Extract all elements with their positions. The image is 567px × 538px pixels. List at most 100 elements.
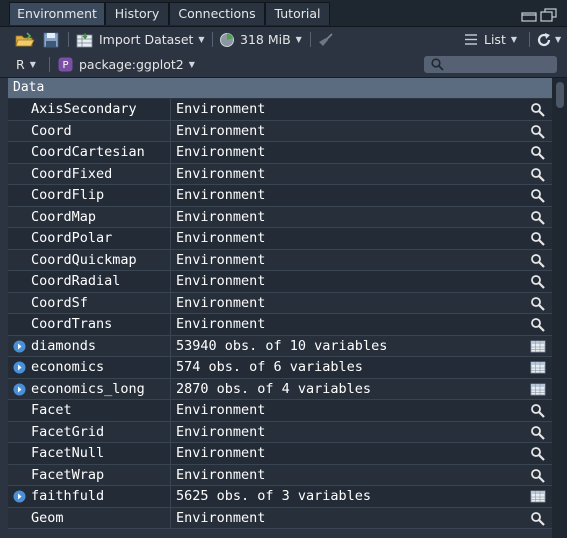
memory-usage-button[interactable]: 318 MiB ▼ (219, 27, 302, 52)
object-value: Environment (176, 208, 266, 225)
vertical-scrollbar[interactable] (552, 78, 567, 538)
column-divider (170, 206, 171, 227)
table-row[interactable]: economics 574 obs. of 6 variables (8, 357, 552, 379)
environment-scope-dropdown[interactable]: P package:ggplot2 ▼ (58, 52, 195, 77)
search-icon (431, 58, 444, 71)
magnifier-icon[interactable] (530, 425, 546, 440)
column-divider (170, 314, 171, 335)
object-value: 2870 obs. of 4 variables (176, 380, 372, 397)
table-row[interactable]: Facet Environment (8, 400, 552, 422)
column-divider (170, 486, 171, 507)
scrollbar-thumb[interactable] (556, 82, 564, 108)
toolbar-divider (49, 57, 50, 72)
chevron-down-icon: ▼ (555, 35, 562, 44)
memory-pie-icon (220, 32, 234, 47)
open-workspace-button[interactable] (15, 27, 35, 52)
list-icon (465, 34, 477, 45)
object-name: AxisSecondary (31, 101, 137, 117)
expand-arrow-icon[interactable] (13, 490, 26, 503)
refresh-icon (537, 32, 551, 46)
magnifier-icon[interactable] (530, 446, 546, 461)
table-icon[interactable] (530, 489, 546, 504)
object-name: CoordTrans (31, 316, 113, 332)
chevron-down-icon: ▼ (198, 35, 205, 44)
table-row[interactable]: CoordPolar Environment (8, 228, 552, 250)
table-row[interactable]: CoordCartesian Environment (8, 142, 552, 164)
column-divider (170, 99, 171, 120)
table-row[interactable]: CoordSf Environment (8, 292, 552, 314)
tab-connections[interactable]: Connections (169, 2, 265, 25)
object-value: Environment (176, 466, 266, 483)
object-value: Environment (176, 273, 266, 289)
folder-open-icon (15, 31, 35, 46)
magnifier-icon[interactable] (530, 210, 546, 225)
object-value: Environment (176, 251, 266, 268)
tab-environment[interactable]: Environment (9, 2, 105, 25)
table-row[interactable]: CoordMap Environment (8, 206, 552, 228)
table-icon[interactable] (530, 339, 546, 354)
table-row[interactable]: CoordFixed Environment (8, 163, 552, 185)
magnifier-icon[interactable] (530, 231, 546, 246)
toolbar-divider (529, 32, 530, 47)
table-row[interactable]: FacetWrap Environment (8, 464, 552, 486)
object-name: FacetGrid (31, 423, 105, 440)
table-icon[interactable] (530, 382, 546, 397)
magnifier-icon[interactable] (530, 296, 546, 311)
object-name: FacetWrap (31, 466, 105, 483)
magnifier-icon[interactable] (530, 511, 546, 526)
expand-arrow-icon[interactable] (13, 361, 26, 374)
object-value: 53940 obs. of 10 variables (176, 337, 388, 354)
magnifier-icon[interactable] (530, 468, 546, 483)
column-divider (170, 443, 171, 464)
package-icon: P (58, 57, 73, 72)
column-divider (170, 249, 171, 270)
tab-history[interactable]: History (105, 2, 169, 25)
table-row[interactable]: FacetNull Environment (8, 443, 552, 465)
magnifier-icon[interactable] (530, 253, 546, 268)
tab-tutorial[interactable]: Tutorial (265, 2, 330, 25)
search-input[interactable] (424, 56, 557, 73)
table-row[interactable]: faithfuld 5625 obs. of 3 variables (8, 486, 552, 508)
table-row[interactable]: CoordTrans Environment (8, 314, 552, 336)
expand-arrow-icon[interactable] (13, 383, 26, 396)
magnifier-icon[interactable] (530, 317, 546, 332)
table-row[interactable]: Coord Environment (8, 120, 552, 142)
table-row[interactable]: Geom Environment (8, 507, 552, 529)
magnifier-icon[interactable] (530, 145, 546, 160)
object-value: Environment (176, 122, 266, 139)
magnifier-icon[interactable] (530, 102, 546, 117)
magnifier-icon[interactable] (530, 124, 546, 139)
save-workspace-button[interactable] (43, 27, 59, 52)
magnifier-icon[interactable] (530, 274, 546, 289)
magnifier-icon[interactable] (530, 167, 546, 182)
table-row[interactable]: FacetGrid Environment (8, 421, 552, 443)
object-value: Environment (176, 230, 266, 246)
language-dropdown[interactable]: R ▼ (16, 52, 36, 77)
table-row[interactable]: CoordFlip Environment (8, 185, 552, 207)
table-row[interactable]: AxisSecondary Environment (8, 99, 552, 121)
chevron-down-icon: ▼ (29, 60, 36, 69)
object-value: Environment (176, 445, 266, 461)
clear-workspace-button[interactable] (318, 27, 334, 52)
table-row[interactable]: CoordQuickmap Environment (8, 249, 552, 271)
toolbar-divider (68, 32, 69, 47)
table-row[interactable]: CoordRadial Environment (8, 271, 552, 293)
chevron-down-icon: ▼ (295, 35, 302, 44)
refresh-button[interactable]: ▼ (536, 27, 561, 52)
toolbar-divider (310, 32, 311, 47)
table-row[interactable]: diamonds 53940 obs. of 10 variables (8, 335, 552, 357)
column-divider (170, 271, 171, 292)
object-name: CoordFixed (31, 165, 113, 182)
import-dataset-icon (76, 32, 93, 47)
table-icon[interactable] (530, 360, 546, 375)
magnifier-icon[interactable] (530, 403, 546, 418)
expand-arrow-icon[interactable] (13, 340, 26, 353)
maximize-icon[interactable] (540, 8, 558, 22)
object-value: Environment (176, 144, 266, 160)
view-mode-dropdown[interactable]: List ▼ (464, 27, 517, 52)
minimize-icon[interactable] (521, 8, 537, 22)
save-icon (43, 32, 59, 47)
import-dataset-button[interactable]: Import Dataset ▼ (76, 27, 205, 52)
magnifier-icon[interactable] (530, 188, 546, 203)
table-row[interactable]: economics_long 2870 obs. of 4 variables (8, 378, 552, 400)
